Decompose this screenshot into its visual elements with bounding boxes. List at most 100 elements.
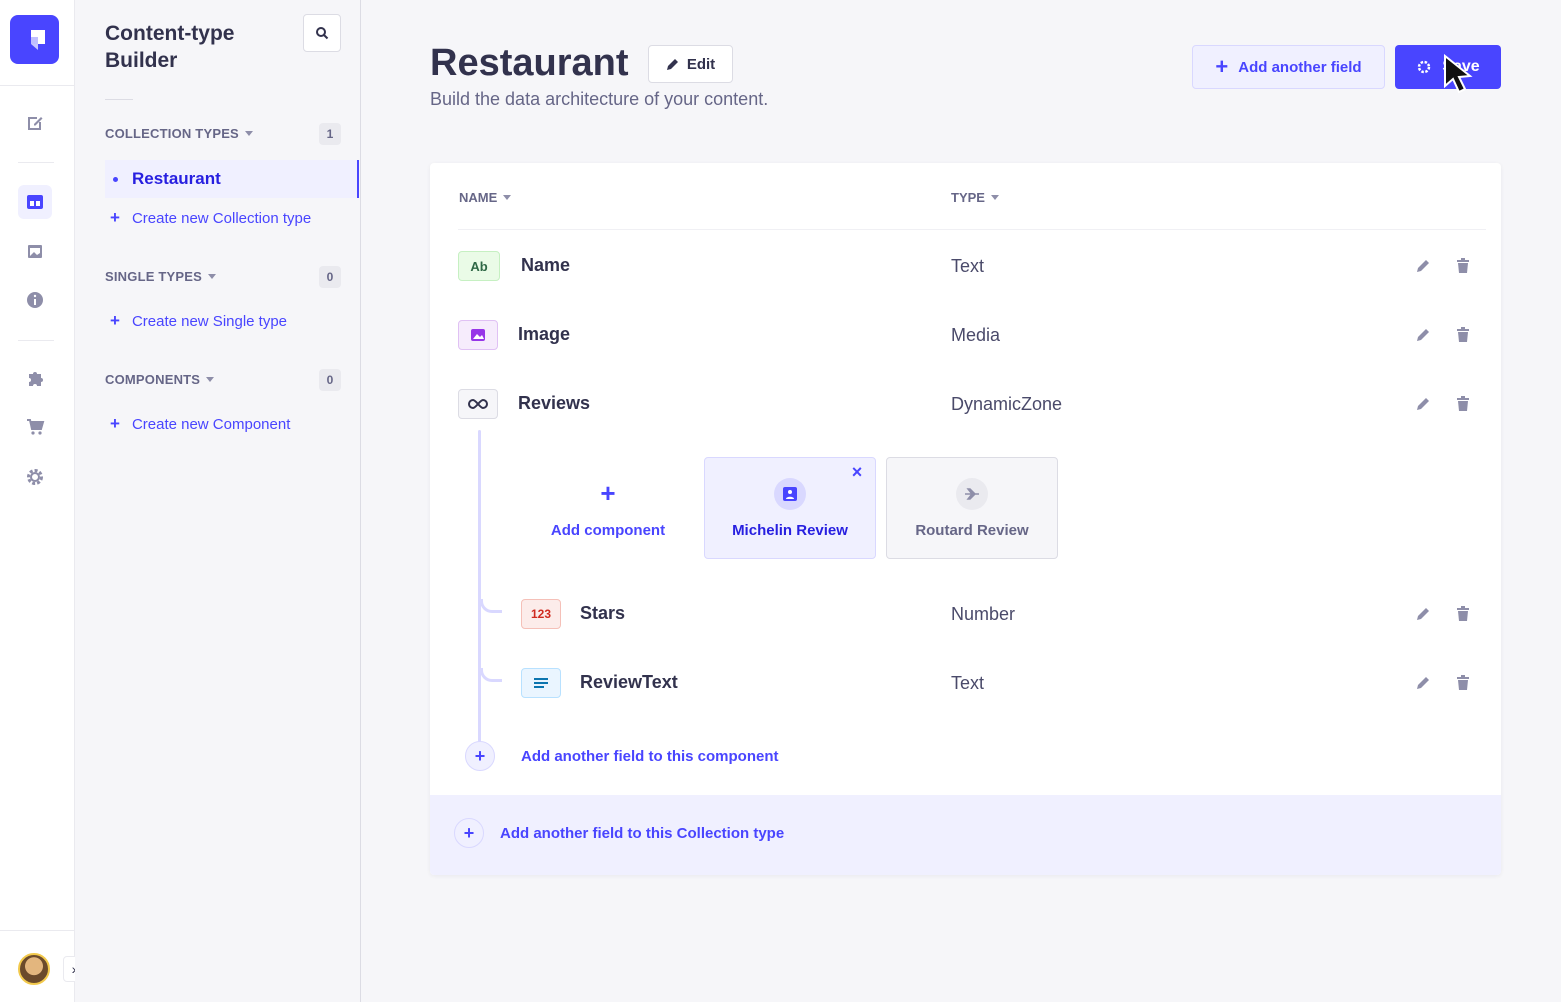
- content-type-builder-icon[interactable]: [18, 185, 52, 219]
- content-type-subnav: Content-type Builder COLLECTION TYPES 1 …: [75, 0, 361, 1002]
- row-actions: [1414, 605, 1472, 623]
- media-library-icon[interactable]: [18, 234, 52, 268]
- trash-icon[interactable]: [1454, 605, 1472, 623]
- settings-icon[interactable]: [18, 460, 52, 494]
- pencil-icon[interactable]: [1414, 257, 1432, 275]
- row-actions: [1414, 326, 1472, 344]
- component-icon: [774, 477, 806, 510]
- pencil-icon[interactable]: [1414, 674, 1432, 692]
- marketplace-icon[interactable]: [18, 410, 52, 444]
- search-button[interactable]: [303, 14, 341, 52]
- field-name: Name: [521, 255, 571, 275]
- component-name: Michelin Review: [732, 521, 848, 539]
- create-component-label: Create new Component: [131, 415, 291, 433]
- collection-types-toggle[interactable]: COLLECTION TYPES: [105, 126, 253, 141]
- pencil-icon[interactable]: [1414, 395, 1432, 413]
- field-type: Text: [951, 673, 985, 693]
- trash-icon[interactable]: [1454, 674, 1472, 692]
- plus-icon: +: [465, 741, 495, 771]
- create-single-type-label: Create new Single type: [131, 312, 288, 330]
- add-field-to-component-label: Add another field to this component: [521, 747, 779, 765]
- field-name: Image: [518, 324, 571, 344]
- collection-types-label: COLLECTION TYPES: [105, 126, 239, 141]
- create-component-link[interactable]: + Create new Component: [110, 414, 290, 434]
- content-manager-icon[interactable]: [18, 106, 52, 140]
- plus-icon: +: [454, 818, 484, 848]
- field-name: ReviewText: [580, 672, 678, 692]
- caret-down-icon: [244, 131, 253, 136]
- bullet-icon: [113, 176, 118, 182]
- plus-icon: +: [110, 208, 120, 227]
- components-toggle[interactable]: COMPONENTS: [105, 372, 215, 387]
- field-type: DynamicZone: [951, 394, 1063, 414]
- table-row[interactable]: Reviews DynamicZone: [458, 384, 1488, 424]
- single-types-count: 0: [319, 266, 341, 288]
- column-header-label: NAME: [459, 190, 498, 205]
- create-single-type-link[interactable]: + Create new Single type: [110, 311, 287, 331]
- components-label: COMPONENTS: [105, 372, 201, 387]
- page-title: Restaurant: [430, 42, 629, 84]
- subnav-divider: [105, 99, 133, 100]
- plane-icon: [956, 477, 988, 510]
- user-avatar[interactable]: [18, 953, 50, 985]
- add-component-button[interactable]: + Add component: [522, 457, 694, 559]
- edit-label: Edit: [686, 55, 716, 73]
- plus-icon: +: [1215, 54, 1229, 79]
- trash-icon[interactable]: [1454, 326, 1472, 344]
- table-row[interactable]: Ab Name Text: [458, 246, 1488, 286]
- rail-divider: [0, 930, 75, 931]
- add-field-to-collection-type-label: Add another field to this Collection typ…: [500, 824, 785, 842]
- dynamic-zone-icon: [458, 389, 498, 419]
- components-count: 0: [319, 369, 341, 391]
- trash-icon[interactable]: [1454, 257, 1472, 275]
- row-actions: [1414, 674, 1472, 692]
- dynamic-zone-connector: [478, 430, 481, 742]
- plugins-icon[interactable]: [18, 361, 52, 395]
- add-field-to-component-button[interactable]: + Add another field to this component: [465, 741, 779, 771]
- edit-button[interactable]: Edit: [648, 45, 733, 83]
- component-name: Routard Review: [915, 521, 1029, 539]
- richtext-icon: [521, 668, 561, 698]
- logo-icon[interactable]: [10, 15, 59, 64]
- number-icon: 123: [521, 599, 561, 629]
- plus-icon: +: [110, 414, 120, 433]
- add-another-field-button[interactable]: + Add another field: [1192, 45, 1385, 89]
- table-row[interactable]: 123 Stars Number: [521, 594, 1487, 634]
- media-icon: [458, 320, 498, 350]
- main-nav-rail: [0, 0, 75, 1002]
- info-icon[interactable]: [18, 283, 52, 317]
- create-collection-type-link[interactable]: + Create new Collection type: [110, 208, 311, 228]
- search-icon: [316, 27, 329, 40]
- field-name: Stars: [580, 603, 626, 623]
- rail-divider: [18, 340, 54, 341]
- single-types-label: SINGLE TYPES: [105, 269, 203, 284]
- mouse-cursor-icon: [1444, 54, 1473, 94]
- component-tab-routard-review[interactable]: Routard Review: [886, 457, 1058, 559]
- field-type: Number: [951, 604, 1016, 624]
- single-types-toggle[interactable]: SINGLE TYPES: [105, 269, 217, 284]
- field-type: Text: [951, 256, 985, 276]
- subnav-title: Content-type Builder: [105, 22, 235, 72]
- field-type: Media: [951, 325, 1001, 345]
- row-actions: [1414, 257, 1472, 275]
- table-row[interactable]: ReviewText Text: [521, 663, 1487, 703]
- field-name: Reviews: [518, 393, 591, 413]
- pencil-icon[interactable]: [1414, 605, 1432, 623]
- header-divider: [458, 229, 1486, 230]
- trash-icon[interactable]: [1454, 395, 1472, 413]
- sidebar-item-restaurant[interactable]: Restaurant: [105, 160, 359, 198]
- rail-divider: [18, 162, 54, 163]
- table-row[interactable]: Image Media: [458, 315, 1488, 355]
- caret-down-icon: [208, 274, 217, 279]
- column-header-type[interactable]: TYPE: [951, 190, 999, 205]
- column-header-label: TYPE: [951, 190, 985, 205]
- text-icon: Ab: [458, 251, 500, 281]
- add-field-to-collection-type-button[interactable]: + Add another field to this Collection t…: [454, 818, 784, 848]
- column-header-name[interactable]: NAME: [459, 190, 512, 205]
- pencil-icon[interactable]: [1414, 326, 1432, 344]
- close-icon[interactable]: ×: [849, 462, 865, 482]
- add-field-label: Add another field: [1238, 58, 1362, 76]
- plus-icon: +: [110, 311, 120, 330]
- sidebar-item-label: Restaurant: [132, 169, 221, 188]
- pencil-icon: [666, 58, 678, 70]
